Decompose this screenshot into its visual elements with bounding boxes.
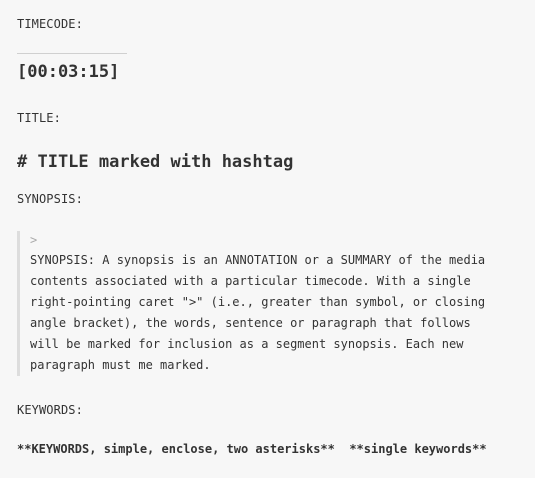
keywords-label: KEYWORDS: [17,403,83,417]
synopsis-line: will be marked for inclusion as a segmen… [30,337,464,351]
synopsis-blockquote: > SYNOPSIS: A synopsis is an ANNOTATION … [17,231,517,376]
timecode-value: [00:03:15] [17,62,120,82]
synopsis-text: SYNOPSIS: A synopsis is an ANNOTATION or… [30,250,517,376]
synopsis-line: SYNOPSIS: A synopsis is an ANNOTATION or… [30,253,486,267]
keywords-text: **KEYWORDS, simple, enclose, two asteris… [17,442,487,456]
title-label: TITLE: [17,111,61,125]
synopsis-line: right-pointing caret ">" (i.e., greater … [30,295,486,309]
caret-marker: > [30,233,38,247]
synopsis-line: angle bracket), the words, sentence or p… [30,316,471,330]
synopsis-line: paragraph must me marked. [30,358,211,372]
synopsis-line: contents associated with a particular ti… [30,274,471,288]
divider [17,53,127,54]
synopsis-label: SYNOPSIS: [17,192,83,206]
title-heading: # TITLE marked with hashtag [17,152,294,172]
timecode-label: TIMECODE: [17,17,83,31]
